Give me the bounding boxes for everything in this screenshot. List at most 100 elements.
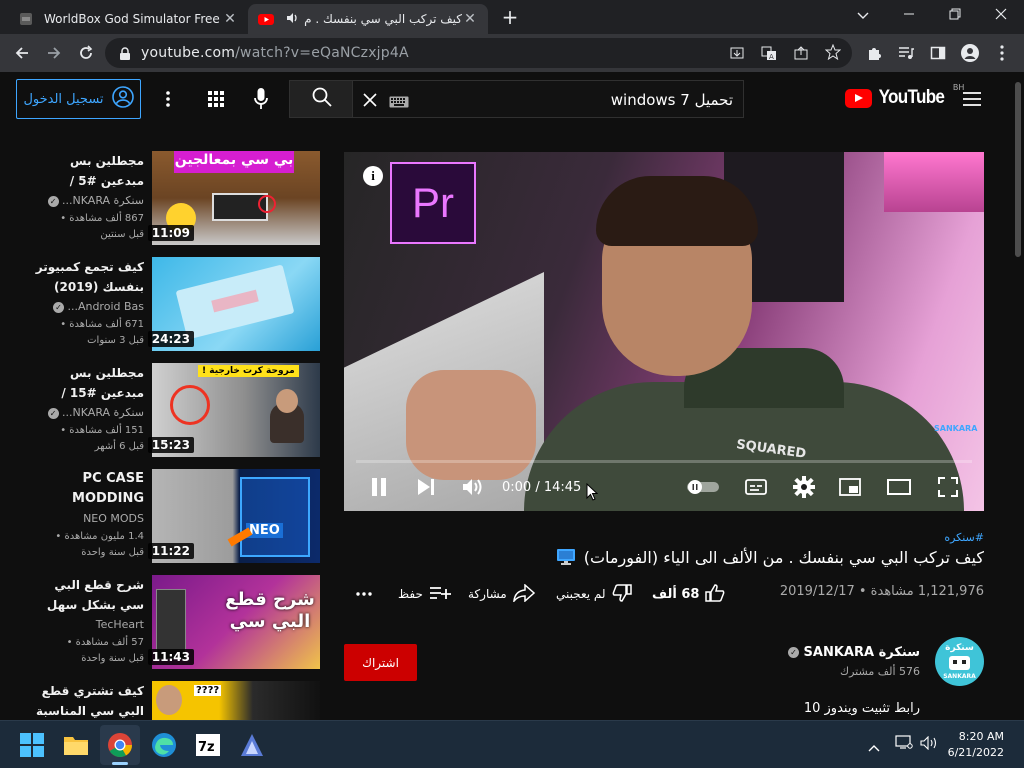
7zip-icon[interactable]: 7z <box>188 725 228 765</box>
channel-name[interactable]: NEO MODS <box>34 509 144 529</box>
channel-name[interactable]: TecHeart <box>34 615 144 635</box>
file-explorer-icon[interactable] <box>56 725 96 765</box>
subscriber-count: 576 ألف مشترك <box>840 665 920 678</box>
share-icon[interactable] <box>793 45 809 65</box>
youtube-logo[interactable]: YouTube BH <box>845 83 964 109</box>
view-count: 1.4 مليون مشاهدة • <box>55 531 144 542</box>
miniplayer-icon[interactable] <box>838 475 862 499</box>
verified-check-icon: ✓ <box>47 195 59 207</box>
channel-name[interactable]: سنكرة NKARA... ✓ <box>34 403 144 423</box>
channel-avatar[interactable]: سنكرة SANKARA <box>935 637 984 686</box>
video-player[interactable]: SQUARED SANKARA Pr i 0:00 / 14:45 <box>344 152 984 511</box>
close-tab-icon[interactable]: ✕ <box>222 11 238 27</box>
network-icon[interactable] <box>895 734 913 754</box>
view-count-and-date: 1,121,976 مشاهدة • 2019/12/17 <box>779 584 984 599</box>
theater-mode-icon[interactable] <box>886 475 912 499</box>
fullscreen-icon[interactable] <box>936 475 960 499</box>
edge-icon[interactable] <box>144 725 184 765</box>
close-tab-icon[interactable]: ✕ <box>462 11 478 27</box>
info-icon[interactable]: i <box>363 166 383 186</box>
pause-icon[interactable] <box>370 475 388 499</box>
autoplay-toggle[interactable] <box>686 475 720 499</box>
minimize-button[interactable] <box>886 2 932 30</box>
video-thumbnail[interactable]: ???? <box>152 681 320 720</box>
verified-check-icon: ✓ <box>52 301 64 313</box>
audio-playing-icon[interactable] <box>284 11 300 27</box>
list-item[interactable]: NEO 11:22 PC CASE MODDING NEO MODS 1.4 م… <box>34 469 320 563</box>
address-bar[interactable]: youtube.com/watch?v=eQaNCzxjp4A A <box>105 38 852 68</box>
apps-grid-icon[interactable] <box>208 91 224 111</box>
share-button[interactable]: مشاركة <box>468 582 535 606</box>
dislike-button[interactable]: لم يعجبني <box>556 582 632 606</box>
search-button[interactable] <box>289 80 353 118</box>
scrollbar-thumb[interactable] <box>1015 82 1021 257</box>
list-item[interactable]: بي سي بمعالجين 11:09 مجطلين بس مبدعين #5… <box>34 151 320 245</box>
video-title[interactable]: مجطلين بس مبدعين #5 / كمبيوتر قيه... <box>34 151 144 191</box>
more-actions-icon[interactable] <box>356 582 372 606</box>
subscribe-button[interactable]: اشتراك <box>344 644 417 681</box>
settings-gear-icon[interactable] <box>792 475 816 499</box>
volume-tray-icon[interactable] <box>920 735 938 754</box>
list-item[interactable]: 24:23 كيف تجمع كمبيوتر بنفسك (2019) -...… <box>34 257 320 351</box>
like-button[interactable]: 68 ألف <box>652 582 725 606</box>
windows-start-icon[interactable] <box>12 725 52 765</box>
list-item[interactable]: شرح قطع البي سي 11:43 شرح قطع البي سي بش… <box>34 575 320 669</box>
reload-icon[interactable] <box>74 41 98 65</box>
media-queue-icon[interactable] <box>894 41 918 65</box>
list-item[interactable]: ???? كيف تشتري قطع البي سي المناسبة ؟؟..… <box>34 681 320 720</box>
progress-bar[interactable] <box>356 460 972 463</box>
settings-dots-icon[interactable] <box>166 91 170 111</box>
save-button[interactable]: حفظ <box>398 582 451 606</box>
back-arrow-icon[interactable] <box>10 41 34 65</box>
extensions-puzzle-icon[interactable] <box>862 41 886 65</box>
lock-icon[interactable] <box>119 46 131 65</box>
premiere-pro-logo: Pr <box>390 162 476 244</box>
restore-button[interactable] <box>932 2 978 30</box>
youtube-header: تسجيل الدخول تحميل windows 7 YouTube BH <box>0 72 1024 128</box>
browser-tab-worldbox[interactable]: WorldBox God Simulator Free Do ✕ <box>8 4 248 34</box>
playlist-add-icon <box>429 585 451 604</box>
install-app-icon[interactable] <box>729 45 745 65</box>
translate-icon[interactable]: A <box>761 45 777 65</box>
hamburger-menu-icon[interactable] <box>962 91 982 111</box>
tab-search-icon[interactable] <box>840 2 886 30</box>
svg-text:7z: 7z <box>198 740 215 755</box>
search-input[interactable]: تحميل windows 7 <box>352 80 744 118</box>
thumbnail-caption: ???? <box>194 685 222 696</box>
app-icon[interactable] <box>232 725 272 765</box>
keyboard-icon[interactable] <box>389 93 409 112</box>
sign-in-button[interactable]: تسجيل الدخول <box>16 79 141 119</box>
page-scrollbar[interactable] <box>1012 72 1024 720</box>
close-window-button[interactable] <box>978 2 1024 30</box>
list-item[interactable]: مروحة كرت خارجية ! 15:23 مجطلين بس مبدعي… <box>34 363 320 457</box>
channel-name-heading[interactable]: سنكرة SANKARA ✓ <box>788 645 920 660</box>
channel-name[interactable]: Android Bas... ✓ <box>34 297 144 317</box>
forward-arrow-icon[interactable] <box>42 41 66 65</box>
avatar-label: سنكرة <box>945 643 974 653</box>
clear-search-icon[interactable] <box>363 92 377 111</box>
video-title[interactable]: كيف تشتري قطع البي سي المناسبة ؟؟... <box>34 681 144 720</box>
show-hidden-icons-chevron-icon[interactable] <box>868 737 880 756</box>
subtitles-icon[interactable] <box>744 475 768 499</box>
search-query-text: تحميل windows 7 <box>610 91 733 109</box>
system-clock[interactable]: 8:20 AM 6/21/2022 <box>948 729 1004 761</box>
browser-tab-youtube[interactable]: كيف تركب البي سي بنفسك . مِ ✕ <box>248 4 488 34</box>
view-count: 151 ألف مشاهدة • <box>60 425 144 436</box>
video-title[interactable]: شرح قطع البي سي بشكل سهل ومبسط <box>34 575 144 615</box>
youtube-favicon-icon <box>258 11 274 27</box>
new-tab-button[interactable]: + <box>498 6 522 30</box>
voice-search-mic-icon[interactable] <box>254 88 268 114</box>
chrome-menu-icon[interactable] <box>990 41 1014 65</box>
chrome-icon[interactable] <box>100 725 140 765</box>
video-title[interactable]: كيف تجمع كمبيوتر بنفسك (2019) -... <box>34 257 144 297</box>
next-video-icon[interactable] <box>416 475 436 499</box>
video-hashtag[interactable]: #سنكره <box>944 531 984 544</box>
volume-icon[interactable] <box>462 475 484 499</box>
profile-icon[interactable] <box>958 41 982 65</box>
bookmark-star-icon[interactable] <box>824 43 842 64</box>
verified-check-icon: ✓ <box>47 407 59 419</box>
video-title[interactable]: مجطلين بس مبدعين #15 / مراوح... <box>34 363 144 403</box>
channel-name[interactable]: سنكرة NKARA... ✓ <box>34 191 144 211</box>
side-panel-icon[interactable] <box>926 41 950 65</box>
video-title[interactable]: PC CASE MODDING <box>34 469 144 509</box>
